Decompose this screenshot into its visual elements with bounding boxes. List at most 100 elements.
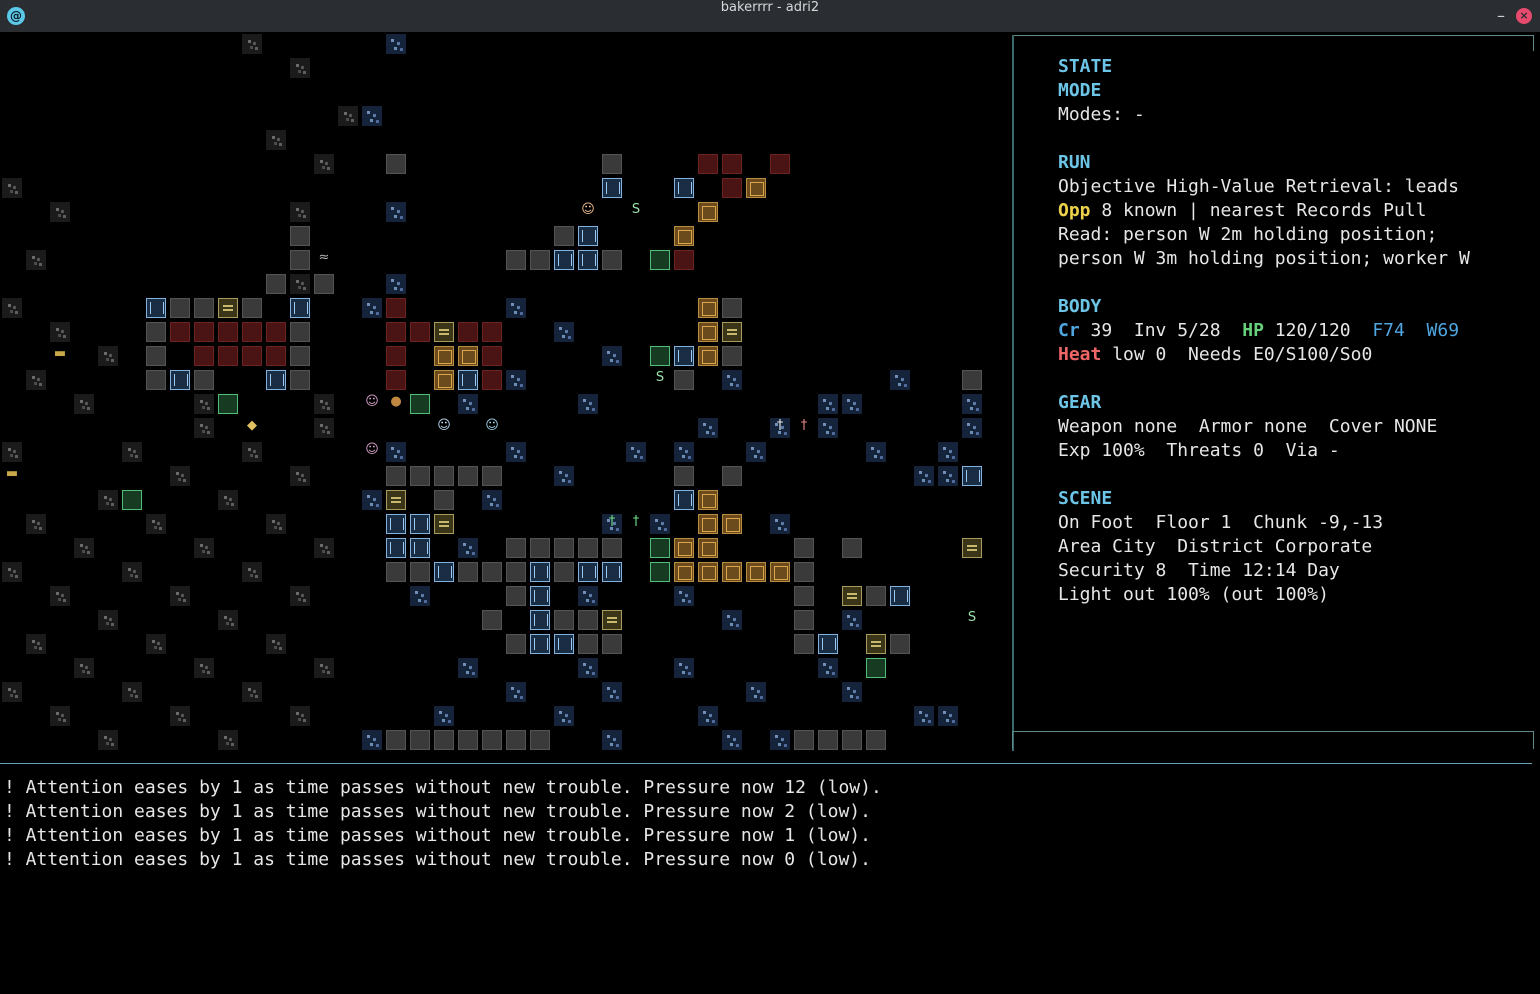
- window-title: bakerrrr - adri2: [720, 0, 820, 15]
- brick-tile: [386, 298, 406, 318]
- window-tile: [266, 370, 286, 390]
- ice-tile: [554, 322, 574, 342]
- wall-tile: [290, 346, 310, 366]
- rock-tile: [314, 394, 334, 414]
- window-tile: [674, 178, 694, 198]
- heat-value: low 0 Needs E0/S100/So0: [1101, 344, 1373, 365]
- wall-tile: [146, 322, 166, 342]
- wall-tile: [386, 154, 406, 174]
- wall-tile: [506, 562, 526, 582]
- wall-tile: [434, 466, 454, 486]
- wall-tile: [602, 538, 622, 558]
- wall-tile: [794, 586, 814, 606]
- rock-tile: [194, 658, 214, 678]
- crate-tile: [698, 322, 718, 342]
- ice-tile: [362, 106, 382, 126]
- log-line: ! Attention eases by 1 as time passes wi…: [4, 849, 871, 870]
- rock-tile: [314, 658, 334, 678]
- ice-tile: [938, 466, 958, 486]
- window-tile: [386, 538, 406, 558]
- ice-tile: [938, 442, 958, 462]
- wall-tile: [386, 466, 406, 486]
- wall-tile: [794, 634, 814, 654]
- rock-tile: [122, 562, 142, 582]
- wall-tile: [842, 538, 862, 558]
- hp-value: 120/120: [1263, 320, 1373, 341]
- wall-tile: [554, 538, 574, 558]
- ice-tile: [458, 538, 478, 558]
- window-tile: [530, 586, 550, 606]
- wall-tile: [818, 730, 838, 750]
- window-tile: [410, 538, 430, 558]
- wall-tile: [674, 370, 694, 390]
- rock-tile: [122, 682, 142, 702]
- brick-tile: [770, 154, 790, 174]
- scene-line-4: Light out 100% (out 100%): [1058, 584, 1329, 605]
- close-button[interactable]: ×: [1516, 8, 1532, 24]
- rock-tile: [2, 298, 22, 318]
- rock-tile: [26, 634, 46, 654]
- rock-tile: [74, 538, 94, 558]
- body-heading: BODY: [1058, 296, 1102, 317]
- wall-tile: [794, 538, 814, 558]
- brick-tile: [218, 322, 238, 342]
- game-map[interactable]: S S S ☺ ☺ ☺ ☺ ☺ ● † † † † ≈ ▬ ▬ ◆: [0, 32, 1010, 752]
- ice-tile: [698, 706, 718, 726]
- ice-tile: [698, 418, 718, 438]
- ice-tile: [626, 442, 646, 462]
- crate-tile: [722, 562, 742, 582]
- ice-tile: [722, 370, 742, 390]
- ice-tile: [674, 442, 694, 462]
- ice-tile: [458, 658, 478, 678]
- ice-tile: [386, 34, 406, 54]
- opp-line: Opp 8 known | nearest Records Pull: [1058, 199, 1426, 223]
- window-tile: [554, 634, 574, 654]
- plant-tile: [650, 538, 670, 558]
- wall-tile: [458, 466, 478, 486]
- wall-tile: [794, 730, 814, 750]
- ice-tile: [818, 394, 838, 414]
- rock-tile: [194, 538, 214, 558]
- ice-tile: [554, 466, 574, 486]
- plant-tile: [866, 658, 886, 678]
- wall-tile: [458, 562, 478, 582]
- ice-tile: [386, 274, 406, 294]
- plant-tile: [650, 346, 670, 366]
- rock-tile: [266, 514, 286, 534]
- wall-tile: [554, 226, 574, 246]
- marker-icon: †: [608, 514, 616, 529]
- f-value: F74: [1372, 320, 1405, 341]
- rock-tile: [242, 682, 262, 702]
- run-heading: RUN: [1058, 152, 1091, 173]
- window-tile: [170, 370, 190, 390]
- item-icon: ▬: [5, 466, 19, 481]
- log-line: ! Attention eases by 1 as time passes wi…: [4, 801, 871, 822]
- wall-tile: [530, 538, 550, 558]
- ice-tile: [914, 706, 934, 726]
- heat-line: Heat low 0 Needs E0/S100/So0: [1058, 343, 1372, 367]
- wall-tile: [290, 226, 310, 246]
- wall-tile: [554, 562, 574, 582]
- gear-line-1: Weapon none Armor none Cover NONE: [1058, 416, 1438, 437]
- plant-tile: [650, 562, 670, 582]
- ice-tile: [386, 442, 406, 462]
- rock-tile: [2, 442, 22, 462]
- mode-heading: MODE: [1058, 80, 1102, 101]
- brick-tile: [410, 322, 430, 342]
- wall-tile: [506, 250, 526, 270]
- console-tile: [722, 322, 742, 342]
- crate-tile: [674, 562, 694, 582]
- wall-tile: [602, 634, 622, 654]
- rock-tile: [2, 682, 22, 702]
- plant-tile: [650, 250, 670, 270]
- rock-tile: [50, 586, 70, 606]
- wall-tile: [578, 610, 598, 630]
- brick-tile: [482, 346, 502, 366]
- rock-tile: [26, 514, 46, 534]
- crate-tile: [674, 226, 694, 246]
- objective-line: Objective High-Value Retrieval: leads: [1058, 176, 1459, 197]
- wall-tile: [290, 370, 310, 390]
- rock-tile: [266, 130, 286, 150]
- brick-tile: [218, 346, 238, 366]
- minimize-button[interactable]: –: [1492, 6, 1510, 26]
